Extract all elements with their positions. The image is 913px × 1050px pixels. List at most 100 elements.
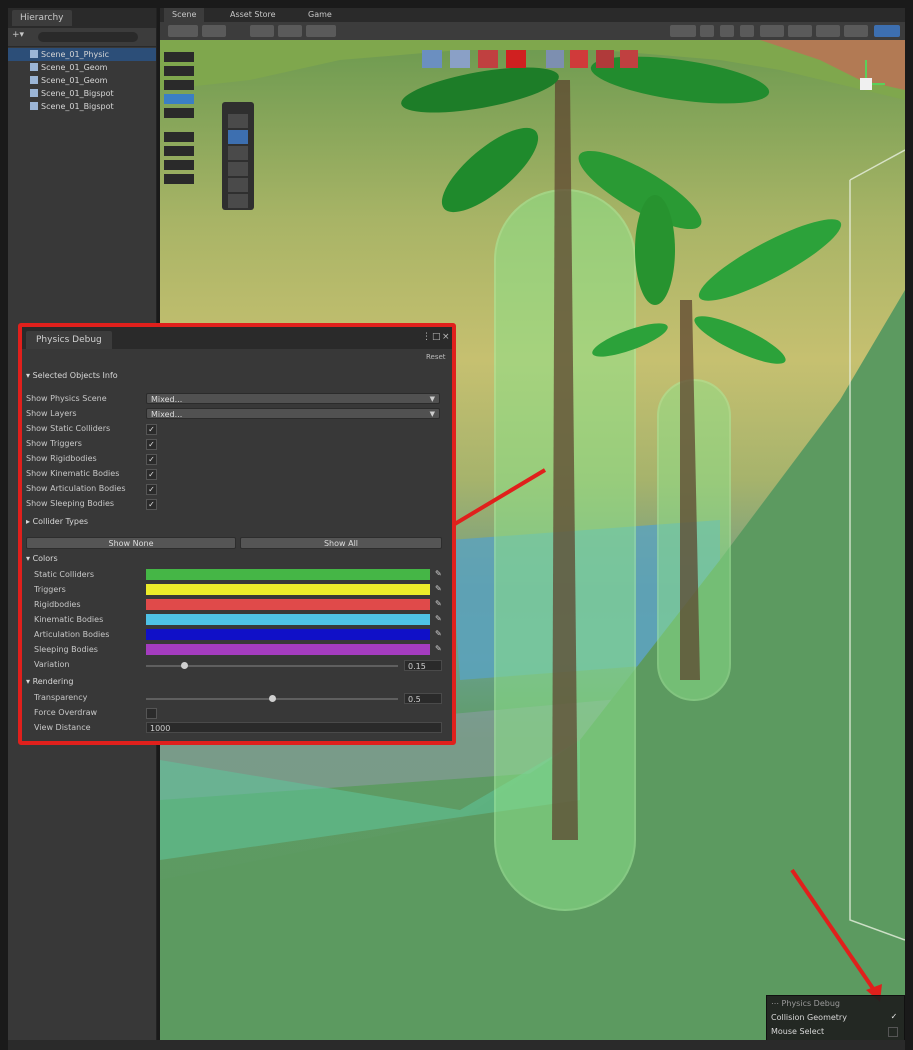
foldout-label: Colors (32, 554, 58, 563)
tool-button[interactable] (164, 146, 194, 156)
collider-types-foldout[interactable]: ▸ Collider Types (26, 517, 88, 526)
selected-objects-foldout[interactable]: ▾ Selected Objects Info (26, 371, 118, 380)
dropdown-value: Mixed... (151, 410, 183, 419)
window-menu-icon[interactable]: ⋮ (422, 332, 431, 342)
foldout-label: Collider Types (32, 517, 89, 526)
color-label: Kinematic Bodies (34, 615, 104, 624)
eyedropper-icon[interactable]: ✎ (435, 614, 442, 623)
show-all-button[interactable]: Show All (240, 537, 442, 549)
kinematic-bodies-color-swatch[interactable] (146, 614, 430, 625)
hidden-objects-toggle[interactable] (788, 25, 812, 37)
toggle-label: Show Kinematic Bodies (26, 469, 120, 478)
reset-button[interactable]: Reset (426, 353, 446, 361)
show-physics-scene-dropdown[interactable]: Mixed... ▼ (146, 393, 440, 404)
hierarchy-item[interactable]: Scene_01_Geom (8, 61, 156, 74)
show-rigidbodies-checkbox[interactable]: ✓ (146, 454, 157, 465)
lighting-toggle[interactable] (720, 25, 734, 37)
shading-mode-dropdown[interactable] (168, 25, 198, 37)
sleeping-bodies-color-swatch[interactable] (146, 644, 430, 655)
physics-debug-window: Physics Debug ⋮ □ × Reset ▾ Selected Obj… (18, 323, 456, 745)
eyedropper-icon[interactable]: ✎ (435, 584, 442, 593)
collision-geometry-checkbox[interactable]: ✓ (890, 1013, 898, 1021)
hierarchy-item[interactable]: Scene_01_Physic (8, 48, 156, 61)
articulation-bodies-color-swatch[interactable] (146, 629, 430, 640)
static-colliders-color-swatch[interactable] (146, 569, 430, 580)
color-label: Static Colliders (34, 570, 95, 579)
scale-tool-icon[interactable] (228, 162, 248, 176)
tool-button[interactable] (164, 132, 194, 142)
move-tool-icon[interactable] (228, 130, 248, 144)
camera-settings-dropdown[interactable] (816, 25, 840, 37)
window-maximize-icon[interactable]: □ (432, 332, 441, 342)
eyedropper-icon[interactable]: ✎ (435, 569, 442, 578)
status-bar (8, 1040, 905, 1050)
view-tool-icon[interactable] (228, 114, 248, 128)
show-sleeping-bodies-checkbox[interactable]: ✓ (146, 499, 157, 510)
rotate-tool-icon[interactable] (228, 146, 248, 160)
audio-toggle[interactable] (740, 25, 754, 37)
collision-geometry-label: Collision Geometry (771, 1013, 847, 1022)
tab-scene[interactable]: Scene (164, 8, 205, 22)
window-close-icon[interactable]: × (442, 332, 450, 342)
show-articulation-bodies-checkbox[interactable]: ✓ (146, 484, 157, 495)
transform-tool-icon[interactable] (228, 194, 248, 208)
gizmo-toggle[interactable] (250, 25, 274, 37)
tab-physics-debug[interactable]: Physics Debug (26, 331, 112, 349)
transparency-slider-thumb[interactable] (269, 695, 276, 702)
mouse-select-checkbox[interactable] (888, 1027, 898, 1037)
tool-button[interactable] (164, 80, 194, 90)
hierarchy-item[interactable]: Scene_01_Geom (8, 74, 156, 87)
tool-button[interactable] (164, 66, 194, 76)
tool-icon (620, 50, 638, 68)
force-overdraw-checkbox[interactable] (146, 708, 157, 719)
2d-toggle[interactable] (700, 25, 714, 37)
gizmos-dropdown[interactable] (844, 25, 868, 37)
show-layers-label: Show Layers (26, 409, 77, 418)
snap-toggle[interactable] (278, 25, 302, 37)
tool-button[interactable] (164, 160, 194, 170)
toggle-label: Show Articulation Bodies (26, 484, 126, 493)
rect-tool-icon[interactable] (228, 178, 248, 192)
toggle-label: Show Sleeping Bodies (26, 499, 115, 508)
force-overdraw-label: Force Overdraw (34, 708, 98, 717)
view-distance-label: View Distance (34, 723, 91, 732)
draw-mode-dropdown[interactable] (202, 25, 226, 37)
rigidbodies-color-swatch[interactable] (146, 599, 430, 610)
hierarchy-tab[interactable]: Hierarchy (12, 10, 72, 26)
tool-button[interactable] (164, 174, 194, 184)
hierarchy-search-input[interactable] (38, 32, 138, 42)
show-none-button[interactable]: Show None (26, 537, 236, 549)
triggers-color-swatch[interactable] (146, 584, 430, 595)
eyedropper-icon[interactable]: ✎ (435, 644, 442, 653)
mouse-select-label: Mouse Select (771, 1027, 825, 1036)
physics-debug-tabbar: Physics Debug ⋮ □ × (22, 327, 452, 349)
tool-button[interactable] (164, 52, 194, 62)
colors-foldout[interactable]: ▾ Colors (26, 554, 58, 563)
tab-asset-store[interactable]: Asset Store (222, 8, 284, 22)
scene-gizmo[interactable] (860, 78, 872, 90)
view-distance-field[interactable]: 1000 (146, 722, 442, 733)
tool-button[interactable] (164, 94, 194, 104)
eyedropper-icon[interactable]: ✎ (435, 629, 442, 638)
grid-dropdown[interactable] (306, 25, 336, 37)
tab-game[interactable]: Game (300, 8, 340, 22)
tool-button[interactable] (164, 108, 194, 118)
effects-dropdown[interactable] (760, 25, 784, 37)
show-kinematic-bodies-checkbox[interactable]: ✓ (146, 469, 157, 480)
eyedropper-icon[interactable]: ✎ (435, 599, 442, 608)
tool-icon (506, 50, 526, 68)
add-icon[interactable]: +▾ (12, 30, 24, 40)
show-layers-dropdown[interactable]: Mixed... ▼ (146, 408, 440, 419)
show-static-colliders-checkbox[interactable]: ✓ (146, 424, 157, 435)
transparency-field[interactable]: 0.5 (404, 693, 442, 704)
render-mode-dropdown[interactable] (670, 25, 696, 37)
variation-slider-thumb[interactable] (180, 662, 188, 669)
hierarchy-item[interactable]: Scene_01_Bigspot (8, 87, 156, 100)
color-label: Triggers (34, 585, 66, 594)
overlay-menu-dropdown[interactable] (874, 25, 900, 37)
variation-field[interactable]: 0.15 (404, 660, 442, 671)
physics-debug-overlay: ⋯ Physics Debug Collision Geometry ✓ Mou… (766, 995, 905, 1042)
rendering-foldout[interactable]: ▾ Rendering (26, 677, 73, 686)
show-triggers-checkbox[interactable]: ✓ (146, 439, 157, 450)
hierarchy-item[interactable]: Scene_01_Bigspot (8, 100, 156, 113)
